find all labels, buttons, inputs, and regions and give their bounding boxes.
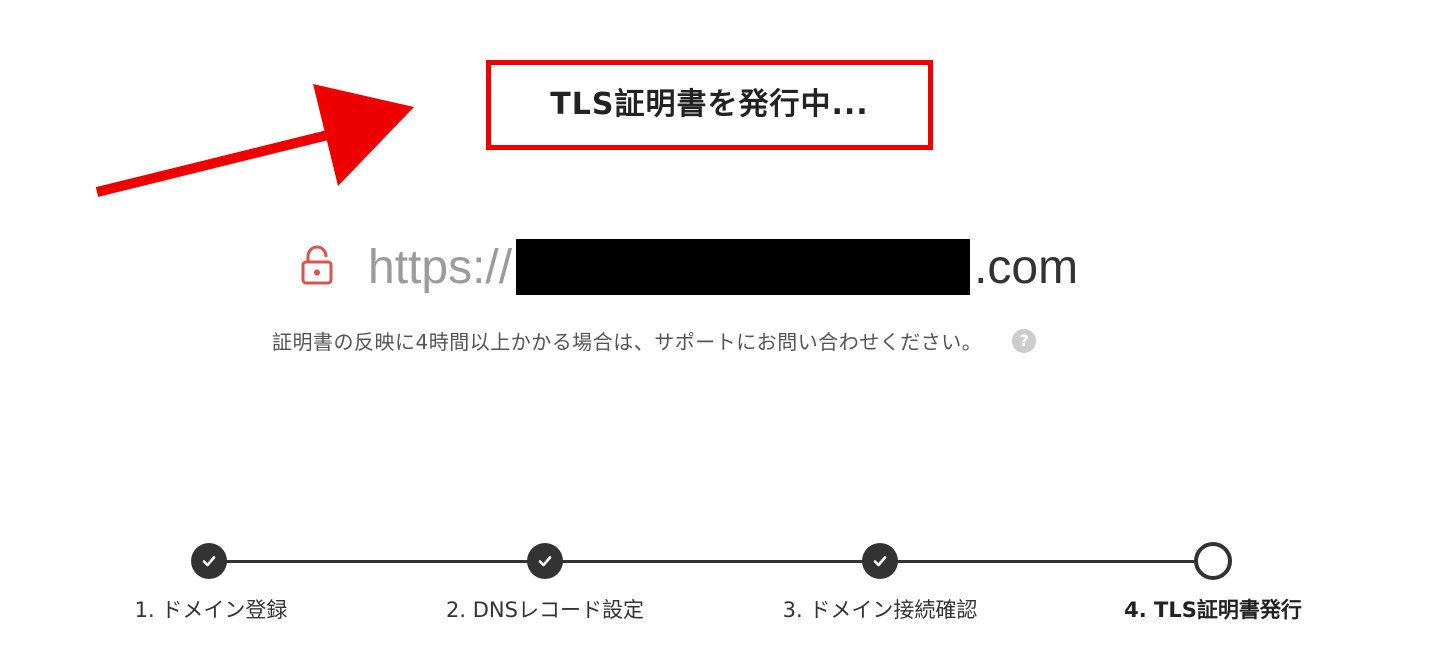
step-3-label: 3. ドメイン接続確認 <box>782 598 978 622</box>
step-4-dot <box>1194 542 1232 580</box>
step-1-dot <box>191 543 227 579</box>
step-2-label: 2. DNSレコード設定 <box>446 598 644 622</box>
annotation-arrow <box>95 84 414 197</box>
step-2-dot <box>527 543 563 579</box>
support-note: 証明書の反映に4時間以上かかる場合は、サポートにお問い合わせください。 ? <box>272 326 1037 355</box>
step-3-dot <box>862 543 898 579</box>
url-redacted-domain <box>516 239 971 295</box>
url-row: https:// .com <box>300 232 1078 302</box>
lock-open-icon <box>300 245 368 289</box>
url-scheme: https:// <box>368 240 513 294</box>
stepper-line <box>209 560 1213 563</box>
status-title: TLS証明書を発行中... <box>550 87 869 122</box>
help-circle-icon[interactable]: ? <box>1012 328 1037 353</box>
check-icon <box>873 556 887 567</box>
check-icon <box>538 556 552 567</box>
url-tld: .com <box>974 240 1079 294</box>
check-icon <box>202 556 216 567</box>
step-4-label: 4. TLS証明書発行 <box>1124 598 1302 622</box>
step-1-label: 1. ドメイン登録 <box>134 598 288 622</box>
support-note-text: 証明書の反映に4時間以上かかる場合は、サポートにお問い合わせください。 <box>272 330 983 354</box>
